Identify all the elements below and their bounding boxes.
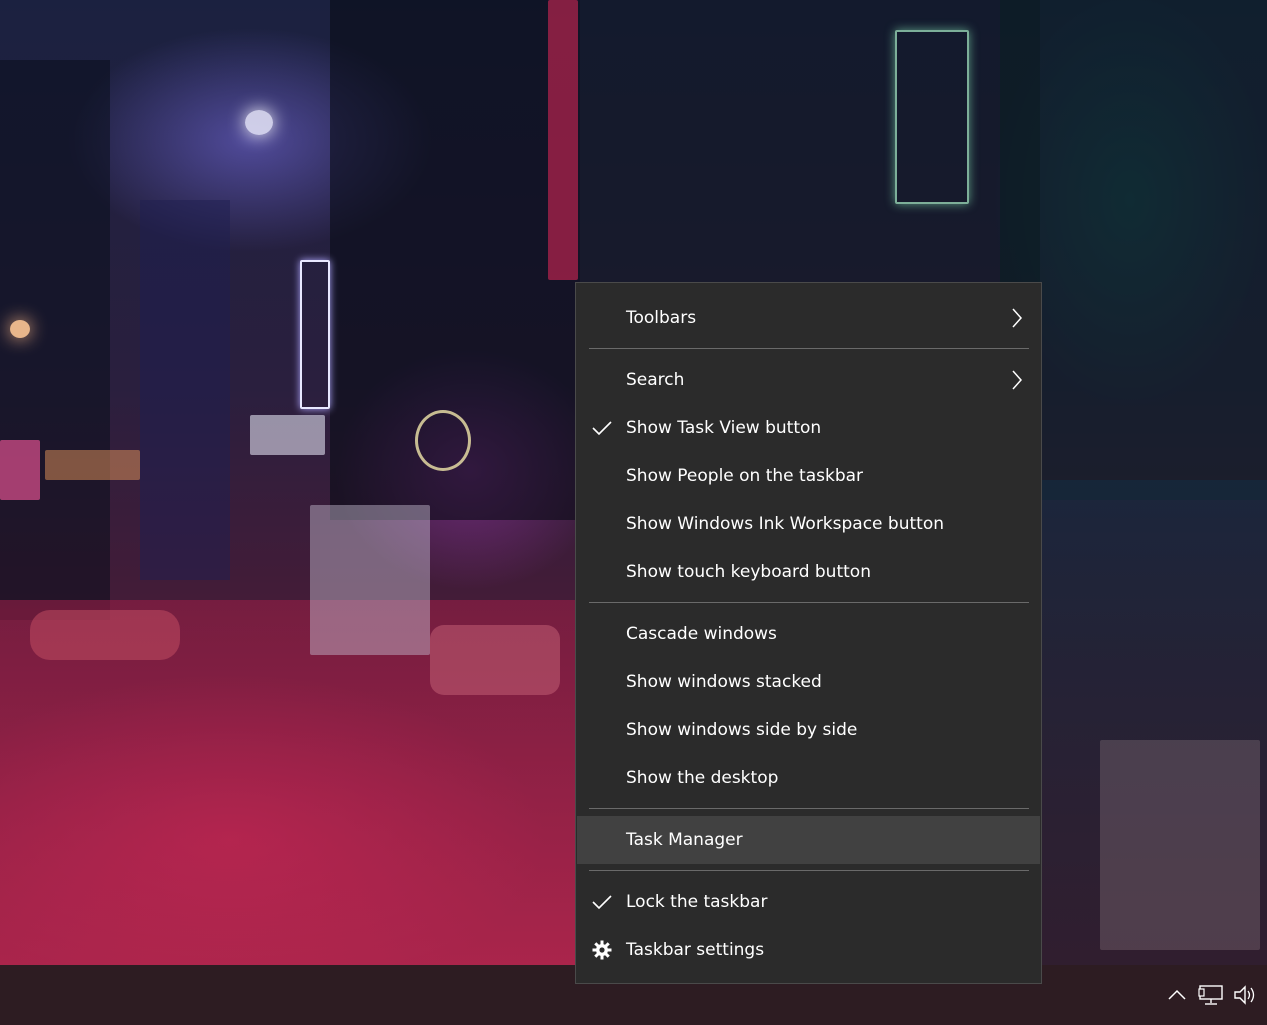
menu-separator — [589, 808, 1029, 809]
menu-item-show-windows-stacked[interactable]: Show windows stacked — [577, 658, 1040, 706]
menu-item-label: Show the desktop — [626, 768, 779, 788]
menu-separator — [589, 870, 1029, 871]
checkmark-icon — [591, 417, 613, 439]
menu-item-toolbars[interactable]: Toolbars — [577, 294, 1040, 342]
menu-item-show-desktop[interactable]: Show the desktop — [577, 754, 1040, 802]
menu-item-label: Show People on the taskbar — [626, 466, 864, 486]
system-tray — [1163, 965, 1267, 1025]
chevron-right-icon — [1008, 307, 1026, 329]
chevron-right-icon — [1008, 369, 1026, 391]
menu-item-label: Show touch keyboard button — [626, 562, 871, 582]
menu-item-show-ink-workspace[interactable]: Show Windows Ink Workspace button — [577, 500, 1040, 548]
network-icon[interactable] — [1197, 975, 1225, 1015]
menu-item-show-task-view-button[interactable]: Show Task View button — [577, 404, 1040, 452]
menu-separator — [589, 348, 1029, 349]
menu-item-taskbar-settings[interactable]: Taskbar settings — [577, 926, 1040, 974]
menu-item-label: Lock the taskbar — [626, 892, 768, 912]
menu-item-label: Show Task View button — [626, 418, 822, 438]
volume-icon[interactable] — [1231, 975, 1259, 1015]
menu-item-lock-taskbar[interactable]: Lock the taskbar — [577, 878, 1040, 926]
menu-item-label: Show windows side by side — [626, 720, 858, 740]
menu-item-label: Cascade windows — [626, 624, 777, 644]
menu-item-show-people[interactable]: Show People on the taskbar — [577, 452, 1040, 500]
menu-separator — [589, 602, 1029, 603]
menu-item-task-manager[interactable]: Task Manager — [577, 816, 1040, 864]
menu-item-label: Toolbars — [626, 308, 697, 328]
menu-item-label: Show windows stacked — [626, 672, 822, 692]
chevron-up-icon[interactable] — [1163, 975, 1191, 1015]
taskbar-context-menu: Toolbars Search Show Task View button Sh… — [575, 282, 1042, 984]
checkmark-icon — [591, 891, 613, 913]
menu-item-label: Search — [626, 370, 685, 390]
menu-item-label: Show Windows Ink Workspace button — [626, 514, 944, 534]
menu-item-label: Taskbar settings — [626, 940, 765, 960]
menu-item-label: Task Manager — [626, 830, 743, 850]
menu-item-search[interactable]: Search — [577, 356, 1040, 404]
menu-item-show-windows-side-by-side[interactable]: Show windows side by side — [577, 706, 1040, 754]
menu-item-show-touch-keyboard[interactable]: Show touch keyboard button — [577, 548, 1040, 596]
menu-item-cascade-windows[interactable]: Cascade windows — [577, 610, 1040, 658]
gear-icon — [591, 939, 613, 961]
